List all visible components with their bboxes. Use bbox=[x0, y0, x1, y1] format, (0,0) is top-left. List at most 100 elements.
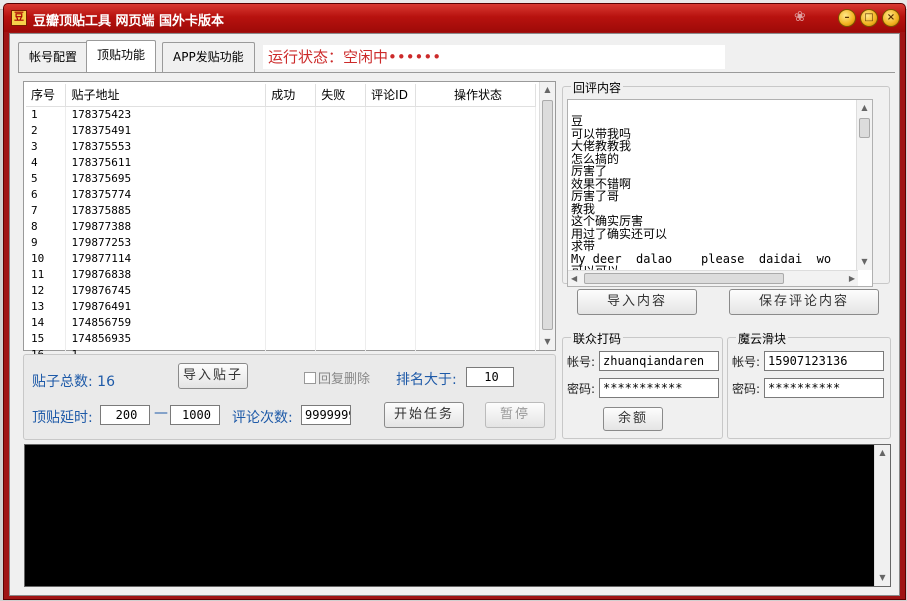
comment-count-input[interactable]: 9999999 bbox=[301, 405, 351, 425]
row-index: 8 bbox=[26, 218, 67, 234]
col-header-comment-id[interactable]: 评论ID bbox=[365, 84, 417, 107]
reply-scroll-up-arrow-icon[interactable]: ▲ bbox=[857, 100, 872, 116]
reply-horizontal-scrollbar[interactable]: ◀ ▶ bbox=[568, 270, 858, 286]
row-fail bbox=[315, 138, 367, 154]
table-row[interactable]: 13 179876491 bbox=[26, 298, 536, 314]
tab-divider bbox=[18, 72, 895, 73]
reply-line: 豆 bbox=[571, 114, 584, 128]
row-success bbox=[265, 106, 317, 122]
row-index: 2 bbox=[26, 122, 67, 138]
maximize-button[interactable]: □ bbox=[860, 9, 878, 27]
table-vertical-scrollbar[interactable]: ▲ ▼ bbox=[539, 82, 555, 350]
scroll-up-arrow-icon[interactable]: ▲ bbox=[540, 82, 555, 98]
log-vertical-scrollbar[interactable]: ▲ ▼ bbox=[874, 445, 890, 586]
reply-vertical-scrollbar[interactable]: ▲ ▼ bbox=[856, 100, 872, 270]
row-success bbox=[265, 138, 317, 154]
row-index: 11 bbox=[26, 266, 67, 282]
row-index: 9 bbox=[26, 234, 67, 250]
scroll-thumb[interactable] bbox=[542, 100, 553, 330]
table-row[interactable]: 15 174856935 bbox=[26, 330, 536, 346]
table-row[interactable]: 7 178375885 bbox=[26, 202, 536, 218]
row-comment-id bbox=[365, 186, 417, 202]
col-header-op-status[interactable]: 操作状态 bbox=[415, 84, 536, 107]
table-row[interactable]: 6 178375774 bbox=[26, 186, 536, 202]
table-row[interactable]: 9 179877253 bbox=[26, 234, 536, 250]
lianzhong-captcha-group: 联众打码 帐号: zhuanqiandaren 密码: *********** … bbox=[562, 330, 723, 439]
app-logo-icon: 豆 bbox=[11, 10, 27, 26]
start-task-button[interactable]: 开始任务 bbox=[384, 402, 464, 428]
table-row[interactable]: 5 178375695 bbox=[26, 170, 536, 186]
moyun-account-input[interactable]: 15907123136 bbox=[764, 351, 884, 371]
row-fail bbox=[315, 250, 367, 266]
reply-content-textarea[interactable]: 豆可以带我吗 大佬教教我 怎么搞的 厉害了 效果不错啊 厉害了哥 教我 这个确实厉害 用过了确实… bbox=[567, 99, 873, 287]
tab-app-post[interactable]: APP发贴功能 bbox=[162, 42, 255, 72]
import-content-button[interactable]: 导入内容 bbox=[577, 289, 697, 315]
moyun-slider-group: 魔云滑块 帐号: 15907123136 密码: ********** bbox=[727, 330, 891, 439]
delay-separator: — bbox=[154, 405, 168, 421]
table-row[interactable]: 1 178375423 bbox=[26, 106, 536, 122]
row-success bbox=[265, 122, 317, 138]
lianzhong-password-input[interactable]: *********** bbox=[599, 378, 719, 398]
moyun-password-input[interactable]: ********** bbox=[764, 378, 884, 398]
table-row[interactable]: 11 179876838 bbox=[26, 266, 536, 282]
log-scroll-down-arrow-icon[interactable]: ▼ bbox=[875, 570, 890, 586]
row-url: 178375774 bbox=[65, 186, 267, 202]
row-index: 3 bbox=[26, 138, 67, 154]
window-title: 豆瓣顶贴工具 网页端 国外卡版本 bbox=[33, 14, 225, 29]
col-header-fail[interactable]: 失败 bbox=[315, 84, 367, 107]
checkbox-icon[interactable] bbox=[304, 372, 316, 384]
reply-hscroll-thumb[interactable] bbox=[584, 273, 784, 284]
row-success bbox=[265, 218, 317, 234]
rank-input[interactable]: 10 bbox=[466, 367, 514, 387]
table-row[interactable]: 14 174856759 bbox=[26, 314, 536, 330]
col-header-url[interactable]: 贴子地址 bbox=[65, 84, 267, 107]
table-row[interactable]: 2 178375491 bbox=[26, 122, 536, 138]
tab-account-config[interactable]: 帐号配置 bbox=[18, 42, 89, 72]
row-comment-id bbox=[365, 138, 417, 154]
log-output[interactable]: ▲ ▼ bbox=[24, 444, 891, 587]
minimize-button[interactable]: – bbox=[838, 9, 856, 27]
import-posts-button[interactable]: 导入贴子 bbox=[178, 363, 248, 389]
table-row[interactable]: 4 178375611 bbox=[26, 154, 536, 170]
lianzhong-account-input[interactable]: zhuanqiandaren bbox=[599, 351, 719, 371]
row-op-status bbox=[415, 154, 536, 170]
row-url: 179876491 bbox=[65, 298, 267, 314]
moyun-password-label: 密码: bbox=[732, 382, 761, 396]
row-url: 174856759 bbox=[65, 314, 267, 330]
col-header-success[interactable]: 成功 bbox=[265, 84, 317, 107]
reply-content-group: 回评内容 豆可以带我吗 大佬教教我 怎么搞的 厉害了 效果不错啊 厉害了哥 教我 这个确实厉害… bbox=[562, 79, 890, 287]
reply-scroll-right-arrow-icon[interactable]: ▶ bbox=[849, 271, 855, 286]
row-op-status bbox=[415, 330, 536, 346]
swirl-decoration-icon: ❀ bbox=[794, 9, 806, 25]
table-row[interactable]: 3 178375553 bbox=[26, 138, 536, 154]
table-row[interactable]: 8 179877388 bbox=[26, 218, 536, 234]
row-url: 178375885 bbox=[65, 202, 267, 218]
row-comment-id bbox=[365, 122, 417, 138]
reply-line: 厉害了哥 bbox=[571, 189, 620, 203]
close-button[interactable]: × bbox=[882, 9, 900, 27]
reply-scroll-thumb[interactable] bbox=[859, 118, 870, 138]
reply-scroll-left-arrow-icon[interactable]: ◀ bbox=[571, 271, 577, 286]
delay-min-input[interactable]: 200 bbox=[100, 405, 150, 425]
balance-button[interactable]: 余额 bbox=[603, 407, 663, 431]
log-scroll-up-arrow-icon[interactable]: ▲ bbox=[875, 445, 890, 461]
row-op-status bbox=[415, 282, 536, 298]
table-row[interactable]: 12 179876745 bbox=[26, 282, 536, 298]
pause-button[interactable]: 暂停 bbox=[485, 402, 545, 428]
row-index: 12 bbox=[26, 282, 67, 298]
col-header-index[interactable]: 序号 bbox=[26, 84, 67, 107]
scroll-down-arrow-icon[interactable]: ▼ bbox=[540, 334, 555, 350]
reply-delete-checkbox[interactable]: 回复删除 bbox=[304, 368, 370, 387]
delay-max-input[interactable]: 1000 bbox=[170, 405, 220, 425]
comment-count-label: 评论次数: bbox=[232, 410, 293, 426]
row-op-status bbox=[415, 314, 536, 330]
tab-bump-posts[interactable]: 顶贴功能 bbox=[86, 40, 157, 72]
title-bar[interactable]: 豆 豆瓣顶贴工具 网页端 国外卡版本 ❀ – □ × bbox=[4, 4, 905, 32]
table-row[interactable]: 10 179877114 bbox=[26, 250, 536, 266]
row-success bbox=[265, 186, 317, 202]
row-op-status bbox=[415, 122, 536, 138]
main-window: 豆 豆瓣顶贴工具 网页端 国外卡版本 ❀ – □ × 帐号配置 顶贴功能 APP… bbox=[3, 3, 906, 600]
reply-lines: 豆可以带我吗 大佬教教我 怎么搞的 厉害了 效果不错啊 厉害了哥 教我 这个确实厉害 用过了确实… bbox=[571, 115, 831, 278]
save-comments-button[interactable]: 保存评论内容 bbox=[729, 289, 879, 315]
reply-scroll-down-arrow-icon[interactable]: ▼ bbox=[857, 254, 872, 270]
